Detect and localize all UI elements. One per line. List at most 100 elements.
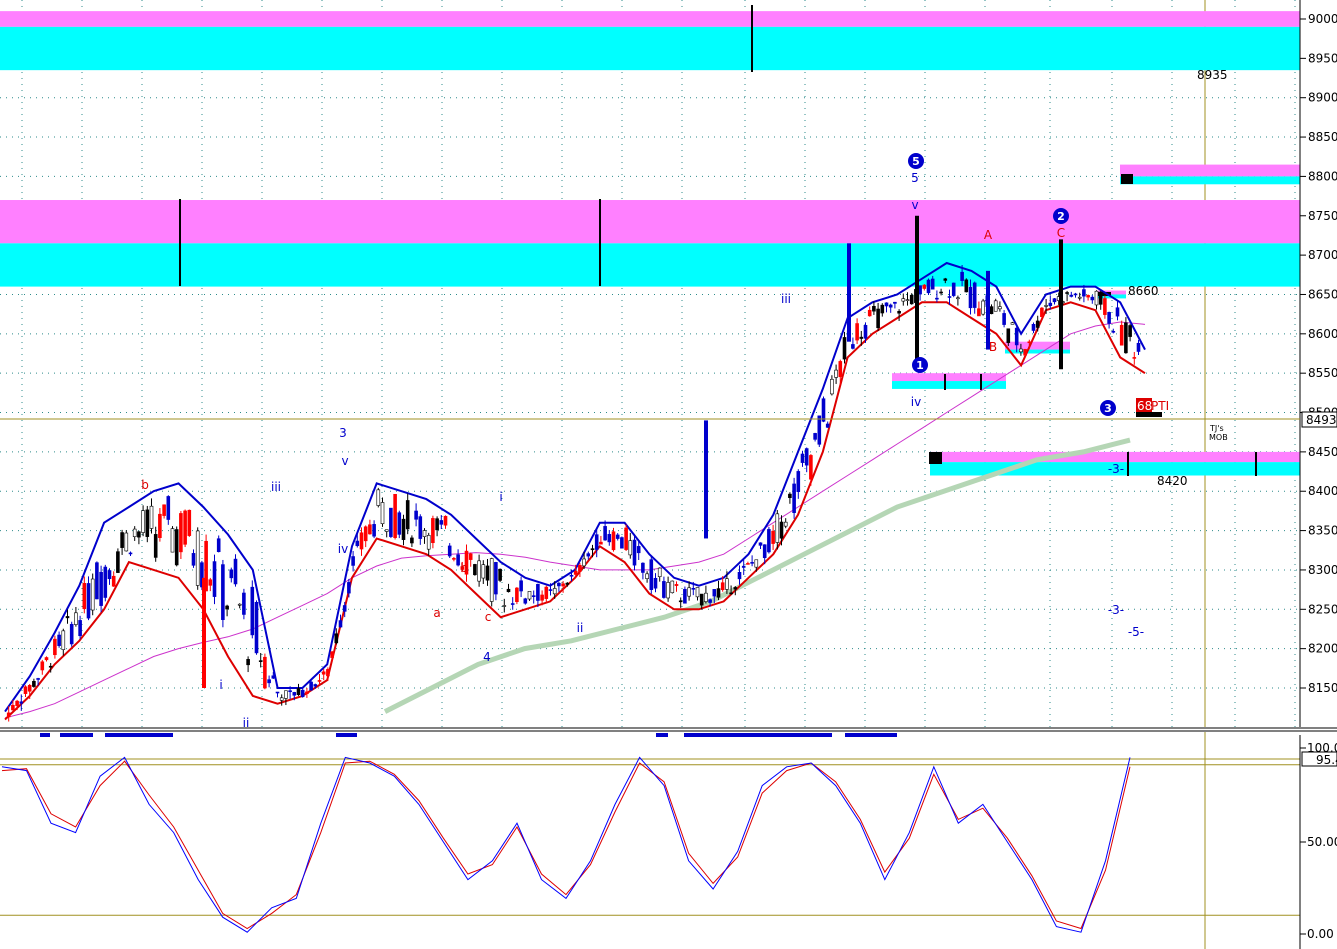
candle-body (800, 453, 805, 463)
candle-body (254, 602, 259, 654)
candle-body (326, 669, 330, 677)
candle-body (78, 620, 82, 637)
wave-label: 5 (911, 171, 919, 185)
zone-8800-cyan (1120, 176, 1300, 185)
candle-body (271, 675, 276, 679)
candle-body (897, 310, 901, 314)
signal-dash (105, 733, 173, 737)
mob-label-line2: MOB (1209, 433, 1228, 442)
candle-body (300, 689, 305, 698)
candle-body (586, 553, 591, 557)
candle-body (1119, 324, 1124, 346)
candle-body (666, 582, 670, 599)
pti-value: 68 (1137, 399, 1152, 413)
candle-body (1073, 293, 1078, 296)
candle-body (11, 704, 15, 711)
candle-body (284, 690, 288, 699)
candle-body (741, 565, 746, 568)
candle-body (1098, 291, 1103, 305)
candle-body (296, 688, 301, 695)
candle-body (1040, 307, 1044, 318)
candle-body (6, 712, 11, 718)
wave-label: -5- (1128, 625, 1144, 639)
candle-body (477, 560, 481, 582)
candle-body (531, 595, 536, 597)
candle-body (548, 589, 553, 591)
candle-body (1128, 325, 1132, 337)
candle-body (1002, 313, 1006, 325)
signal-dash (656, 733, 668, 737)
candle-body (103, 566, 108, 598)
candle-body (1103, 298, 1107, 315)
candle-body (720, 582, 725, 591)
candle-body (149, 505, 154, 529)
candle-body (678, 600, 683, 603)
candle-body (233, 558, 238, 585)
candle-body (292, 692, 297, 696)
candle-body (729, 592, 733, 595)
candle-body (725, 578, 729, 590)
candle-body (389, 507, 393, 537)
candle-body (1031, 324, 1036, 331)
candle-body (15, 700, 19, 706)
level-label-8935: 8935 (1197, 68, 1228, 82)
candle-body (565, 582, 570, 585)
candle-body (187, 509, 192, 536)
wave-label: ii (577, 621, 584, 635)
candle-body (993, 300, 998, 312)
candle-body (1086, 295, 1090, 298)
candle-body (447, 545, 452, 557)
candle-body (1107, 312, 1111, 324)
candle-body (561, 583, 565, 587)
candle-body (74, 612, 78, 625)
wave-label: c (485, 610, 492, 624)
wave-label: i (499, 490, 502, 504)
price-tick-label: 9000 (1308, 12, 1337, 26)
wave-label: i (219, 678, 222, 692)
candle-body (636, 546, 641, 554)
candle-body (401, 518, 406, 540)
zone-8700-pink (0, 200, 1300, 244)
pti-label: PTI (1151, 399, 1169, 413)
candle-body (737, 571, 742, 580)
candle-body (775, 513, 780, 543)
candle-body (1094, 290, 1099, 306)
candle-body (670, 580, 675, 594)
candle-body (61, 630, 66, 650)
candle-body (111, 575, 116, 587)
candle-body (893, 301, 897, 304)
candle-body (989, 306, 994, 315)
candle-body (212, 561, 217, 597)
candle-body (27, 685, 32, 692)
candle-spike (704, 420, 708, 539)
candle-body (191, 553, 196, 566)
candle-body (36, 678, 40, 680)
candle-body (943, 278, 948, 281)
candle-body (922, 284, 927, 289)
wave-circle-label: 5 (912, 155, 920, 168)
price-tick-label: 8600 (1308, 327, 1337, 341)
candle-body (998, 306, 1002, 310)
candle-body (221, 564, 225, 620)
zone-9000-cyan (0, 26, 1300, 71)
price-tick-label: 8650 (1308, 287, 1337, 301)
candle-body (1132, 357, 1137, 359)
candle-body (947, 296, 952, 298)
wave-label: -3- (1108, 603, 1124, 617)
wave-label: b (141, 478, 149, 492)
candle-body (393, 493, 397, 538)
candle-body (977, 308, 981, 317)
candle-body (838, 361, 843, 378)
candle-body (44, 657, 49, 661)
candle-body (498, 568, 502, 581)
candle-body (1111, 330, 1116, 333)
candle-body (909, 294, 914, 305)
candle-body (141, 510, 145, 533)
zone-8550-cyan (892, 381, 1006, 389)
candle-body (674, 584, 679, 586)
zone-marker-block (1121, 174, 1133, 184)
candle-body (179, 513, 183, 553)
candle-body (473, 564, 477, 576)
price-tick-label: 8150 (1308, 681, 1337, 695)
zone-8800-pink (1120, 164, 1300, 177)
